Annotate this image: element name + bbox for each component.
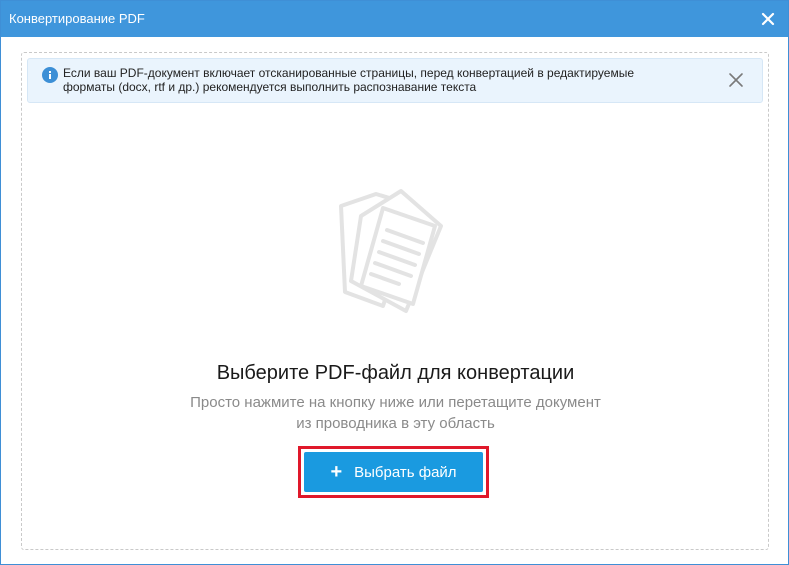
info-icon bbox=[42, 67, 58, 83]
plus-icon: + bbox=[330, 461, 343, 483]
title-bar: Конвертирование PDF bbox=[1, 1, 788, 37]
drop-instructions-line2: из проводника в эту область bbox=[296, 415, 495, 432]
choose-file-label: Выбрать файл bbox=[354, 463, 457, 481]
documents-icon bbox=[331, 186, 461, 321]
close-window-icon[interactable] bbox=[758, 9, 778, 29]
drop-instructions-line1: Просто нажмите на кнопку ниже или перета… bbox=[190, 394, 601, 411]
notice-text-line1: Если ваш PDF-документ включает отсканиро… bbox=[63, 66, 634, 80]
drop-instructions: Просто нажмите на кнопку ниже или перета… bbox=[1, 392, 789, 434]
choose-file-button[interactable]: + Выбрать файл bbox=[304, 452, 483, 492]
ocr-notice-banner: Если ваш PDF-документ включает отсканиро… bbox=[27, 58, 763, 103]
notice-text-line2: форматы (docx, rtf и др.) рекомендуется … bbox=[63, 80, 477, 94]
close-notice-icon[interactable] bbox=[728, 72, 744, 88]
convert-pdf-window: Конвертирование PDF Если ваш PDF-докумен… bbox=[0, 0, 789, 565]
window-title: Конвертирование PDF bbox=[9, 11, 145, 26]
drop-headline: Выберите PDF-файл для конвертации bbox=[216, 362, 575, 384]
notice-text: Если ваш PDF-документ включает отсканиро… bbox=[63, 66, 703, 94]
